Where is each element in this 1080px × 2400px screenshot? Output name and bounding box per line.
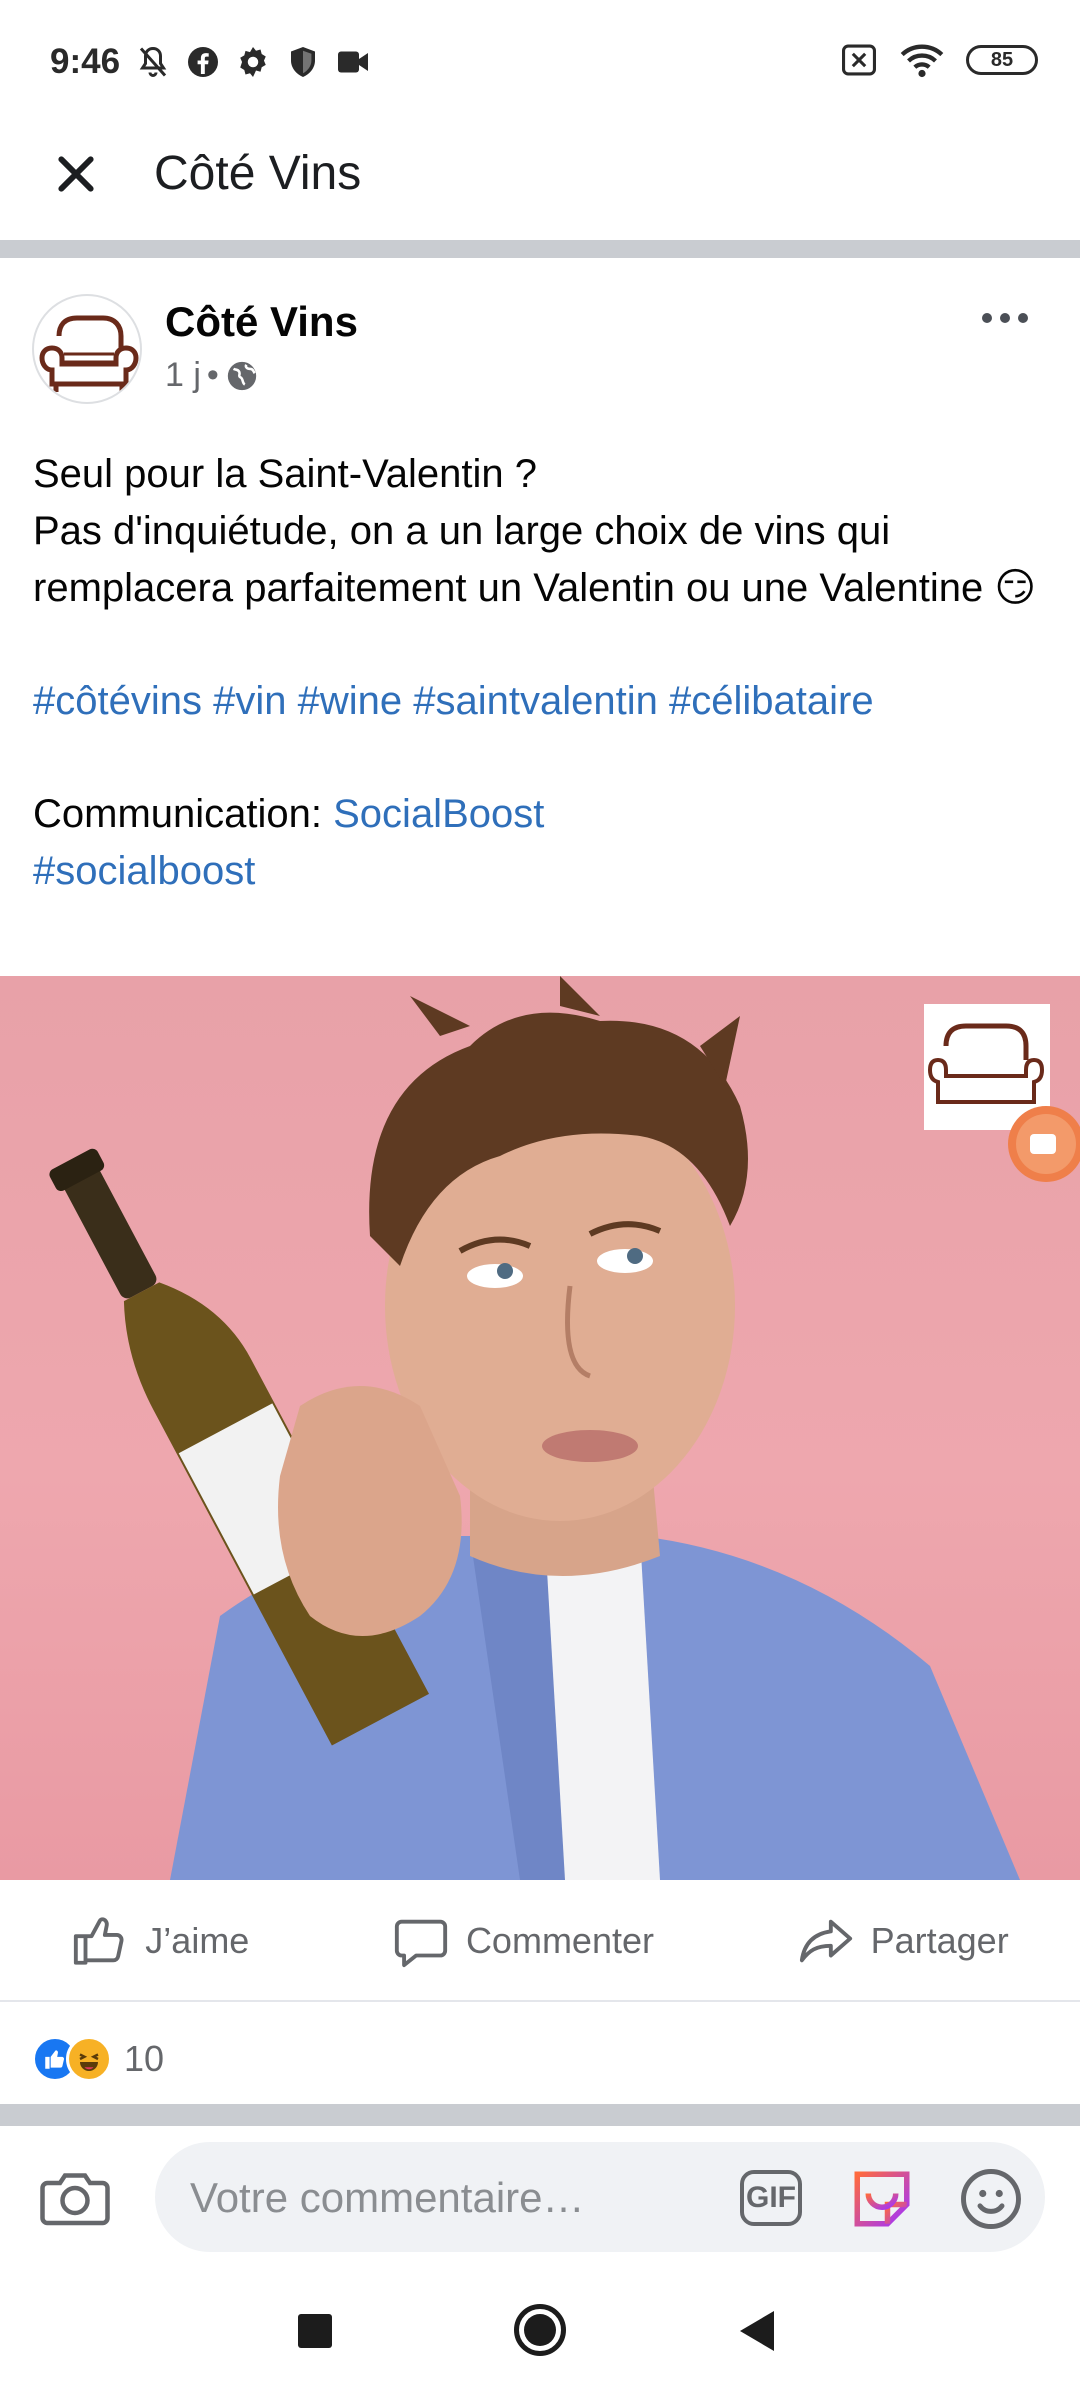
communication-label: Communication: bbox=[33, 792, 334, 836]
armchair-logo-icon bbox=[39, 315, 139, 392]
reaction-count: 10 bbox=[124, 2038, 165, 2079]
wifi-icon bbox=[900, 44, 944, 78]
share-icon bbox=[799, 1919, 852, 1963]
recent-apps-button[interactable] bbox=[298, 2314, 332, 2348]
gif-button[interactable]: GIF bbox=[740, 2170, 802, 2226]
page-title: Côté Vins bbox=[154, 147, 362, 200]
camera-icon bbox=[40, 2173, 110, 2226]
hashtag-link[interactable]: #célibataire bbox=[669, 679, 874, 723]
camera-button[interactable] bbox=[40, 2166, 110, 2230]
thumbs-up-icon bbox=[74, 1917, 124, 1965]
like-label: J’aime bbox=[145, 1920, 250, 1961]
socialboost-link[interactable]: SocialBoost bbox=[333, 792, 544, 836]
share-button[interactable]: Partager bbox=[797, 1912, 1009, 1970]
post-time[interactable]: 1 j bbox=[165, 356, 201, 395]
status-icons-right: 85 bbox=[840, 42, 1038, 78]
battery-icon: 85 bbox=[966, 45, 1038, 75]
comment-placeholder: Votre commentaire… bbox=[190, 2174, 585, 2221]
share-label: Partager bbox=[870, 1920, 1009, 1961]
shield-icon bbox=[291, 47, 315, 77]
back-button[interactable] bbox=[740, 2311, 774, 2351]
post-text-line: Seul pour la Saint-Valentin ? bbox=[33, 452, 538, 496]
settings-icon bbox=[240, 47, 266, 77]
home-button[interactable] bbox=[514, 2304, 566, 2356]
hashtag-link[interactable]: #socialboost bbox=[33, 849, 255, 893]
page-avatar[interactable] bbox=[32, 294, 142, 404]
communication-line: Communication: SocialBoost bbox=[33, 786, 1053, 843]
post-header: Côté Vins 1 j • bbox=[0, 258, 1080, 418]
status-bar: 9:46 85 bbox=[0, 0, 1080, 126]
app-bar: Côté Vins bbox=[0, 126, 1080, 240]
divider bbox=[0, 240, 1080, 258]
globe-icon bbox=[227, 361, 256, 390]
hashtag-link[interactable]: #saintvalentin bbox=[413, 679, 658, 723]
status-time: 9:46 bbox=[50, 42, 121, 81]
more-dot-icon bbox=[1018, 313, 1028, 323]
close-icon bbox=[58, 156, 94, 192]
video-icon bbox=[338, 51, 368, 73]
notifications-off-icon bbox=[139, 46, 167, 77]
post-text-line: Pas d'inquiétude, on a un large choix de… bbox=[33, 509, 1037, 610]
emoji-icon bbox=[961, 2169, 1021, 2229]
status-icons-left bbox=[135, 44, 371, 80]
page-name[interactable]: Côté Vins bbox=[165, 298, 358, 346]
post-meta: 1 j • bbox=[165, 356, 259, 395]
comment-bar: Votre commentaire… GIF bbox=[0, 2126, 1080, 2270]
sticker-icon bbox=[854, 2171, 910, 2227]
sticker-button[interactable] bbox=[849, 2166, 915, 2232]
post-photo bbox=[49, 976, 1080, 1880]
post-image[interactable] bbox=[0, 976, 1080, 1880]
meta-separator: • bbox=[206, 356, 219, 394]
comment-label: Commenter bbox=[465, 1920, 654, 1961]
hashtag-line: #côtévins #vin #wine #saintvalentin #cél… bbox=[33, 673, 1053, 730]
like-button[interactable]: J’aime bbox=[71, 1912, 249, 1970]
comment-button[interactable]: Commenter bbox=[392, 1912, 654, 1970]
more-options-button[interactable] bbox=[970, 298, 1040, 338]
more-dot-icon bbox=[982, 313, 992, 323]
hashtag-link[interactable]: #vin bbox=[213, 679, 286, 723]
post-text: Seul pour la Saint-Valentin ? Pas d'inqu… bbox=[33, 446, 1053, 900]
haha-reaction-icon bbox=[66, 2036, 112, 2082]
close-button[interactable] bbox=[46, 144, 106, 204]
comment-input[interactable]: Votre commentaire… GIF bbox=[155, 2142, 1045, 2252]
reactions-summary[interactable]: 10 bbox=[32, 2032, 164, 2086]
comment-icon bbox=[394, 1919, 448, 1968]
divider bbox=[0, 2104, 1080, 2126]
system-nav-bar bbox=[0, 2270, 1080, 2400]
emoji-button[interactable] bbox=[958, 2166, 1024, 2232]
more-dot-icon bbox=[1000, 313, 1010, 323]
post-actions: J’aime Commenter Partager bbox=[0, 1882, 1080, 2002]
no-sim-icon bbox=[842, 44, 876, 76]
facebook-icon bbox=[188, 47, 218, 77]
hashtag-link[interactable]: #côtévins bbox=[33, 679, 202, 723]
hashtag-link[interactable]: #wine bbox=[298, 679, 403, 723]
